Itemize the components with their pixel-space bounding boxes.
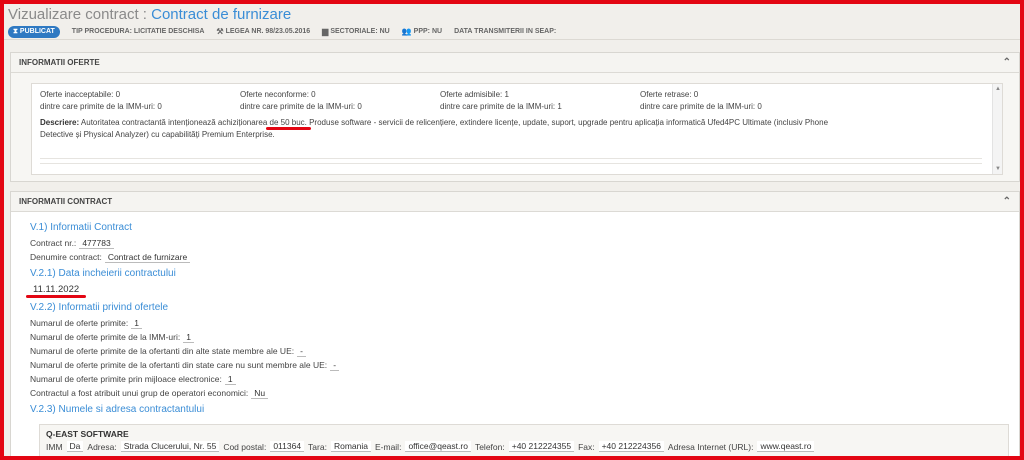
field-label: Telefon: bbox=[474, 441, 505, 452]
offer-count-row: Numarul de oferte primite: 1 bbox=[30, 316, 1019, 330]
section-title: V.2.3) Numele si adresa contractantului bbox=[30, 404, 205, 415]
denumire-row: Denumire contract: Contract de furnizare bbox=[30, 250, 1019, 264]
offer-count-row: Numarul de oferte primite de la ofertant… bbox=[30, 358, 1019, 372]
offer-cell: Oferte admisibile: 1 bbox=[440, 90, 509, 99]
field-label: Numarul de oferte primite de la ofertant… bbox=[30, 346, 295, 356]
page-title: Vizualizare contract : Contract de furni… bbox=[8, 6, 291, 23]
date-row: 11.11.2022 bbox=[25, 282, 1019, 298]
telefon-value: +40 212224355 bbox=[508, 441, 575, 452]
offer-cell: dintre care primite de la IMM-uri: 1 bbox=[440, 102, 562, 111]
sectoriale-label: SECTORIALE: NU bbox=[330, 28, 390, 35]
title-contract-name[interactable]: Contract de furnizare bbox=[151, 6, 291, 23]
ppp-label: PPP: NU bbox=[413, 28, 443, 35]
tara-value: Romania bbox=[330, 441, 371, 452]
section-title: V.2.1) Data incheierii contractului bbox=[30, 268, 176, 279]
date-value: 11.11.2022 bbox=[25, 284, 87, 298]
offer-count-row: Numarul de oferte primite de la IMM-uri:… bbox=[30, 330, 1019, 344]
field-label: Contractul a fost atribuit unui grup de … bbox=[30, 388, 249, 398]
status-badge-label: PUBLICAT bbox=[19, 28, 55, 35]
field-value: 1 bbox=[131, 318, 142, 329]
contractor-name: Q-EAST SOFTWARE bbox=[46, 429, 129, 439]
field-label: Adresa: bbox=[87, 441, 117, 452]
field-label: Denumire contract: bbox=[30, 252, 102, 262]
field-value: - bbox=[297, 346, 306, 357]
panel-informatii-oferte: INFORMATII OFERTE ⌃ Oferte inacceptabile… bbox=[10, 52, 1020, 182]
email-value[interactable]: office@qeast.ro bbox=[405, 441, 471, 452]
scroll-up-icon[interactable]: ▲ bbox=[995, 86, 1001, 92]
panel-title-oferte: INFORMATII OFERTE bbox=[19, 58, 100, 67]
field-label: E-mail: bbox=[374, 441, 402, 452]
divider bbox=[40, 163, 982, 164]
panel-header-contract[interactable]: INFORMATII CONTRACT ⌃ bbox=[11, 192, 1019, 212]
offer-cell: dintre care primite de la IMM-uri: 0 bbox=[240, 102, 362, 111]
offer-description: Descriere: Autoritatea contractantă inte… bbox=[40, 117, 830, 141]
data-transmiterii: DATA TRANSMITERII IN SEAP: bbox=[454, 28, 557, 35]
offer-cell: dintre care primite de la IMM-uri: 0 bbox=[640, 102, 762, 111]
contractor-box: Q-EAST SOFTWARE IMM Da Adresa: Strada Cl… bbox=[39, 424, 1009, 458]
field-label: Cod postal: bbox=[223, 441, 267, 452]
legea-item: ⚒ LEGEA NR. 98/23.05.2016 bbox=[216, 27, 310, 36]
users-icon: 👥 bbox=[401, 27, 412, 36]
chevron-up-icon[interactable]: ⌃ bbox=[1003, 196, 1011, 207]
description-text-a: Autoritatea contractantă intenționează a… bbox=[79, 118, 270, 127]
offer-count-row: Numarul de oferte primite prin mijloace … bbox=[30, 372, 1019, 386]
field-label: Numarul de oferte primite: bbox=[30, 318, 129, 328]
offers-scrollbox[interactable]: Oferte inacceptabile: 0 Oferte neconform… bbox=[31, 83, 1003, 175]
field-value: Nu bbox=[251, 388, 269, 399]
field-label: Numarul de oferte primite prin mijloace … bbox=[30, 374, 222, 384]
field-value: 1 bbox=[224, 374, 236, 385]
hourglass-icon: ⧗ bbox=[13, 27, 18, 35]
offers-grid: Oferte inacceptabile: 0 Oferte neconform… bbox=[40, 90, 840, 111]
divider bbox=[40, 158, 982, 159]
contract-body: V.1) Informatii Contract Contract nr.: 4… bbox=[11, 212, 1019, 415]
title-prefix: Vizualizare contract : bbox=[8, 6, 152, 23]
field-label: Tara: bbox=[308, 441, 327, 452]
contractor-details: IMM Da Adresa: Strada Clucerului, Nr. 55… bbox=[46, 441, 1002, 452]
panel-title-contract: INFORMATII CONTRACT bbox=[19, 197, 113, 206]
section-title: V.2.2) Informatii privind ofertele bbox=[30, 302, 169, 313]
offer-count-row: Contractul a fost atribuit unui grup de … bbox=[30, 386, 1019, 400]
field-label: Adresa Internet (URL): bbox=[667, 441, 754, 452]
chevron-up-icon[interactable]: ⌃ bbox=[1003, 57, 1011, 68]
fax-value: +40 212224356 bbox=[598, 441, 664, 452]
page-header: Vizualizare contract : Contract de furni… bbox=[4, 4, 1020, 40]
field-label: IMM bbox=[46, 441, 63, 452]
field-value: 1 bbox=[183, 332, 194, 343]
field-label: Contract nr.: bbox=[30, 238, 77, 248]
gavel-icon: ⚒ bbox=[216, 27, 224, 36]
description-label: Descriere: bbox=[40, 118, 80, 127]
field-label: Numarul de oferte primite de la ofertant… bbox=[30, 360, 328, 370]
offer-cell: dintre care primite de la IMM-uri: 0 bbox=[40, 102, 162, 111]
offer-count-row: Numarul de oferte primite de la ofertant… bbox=[30, 344, 1019, 358]
offer-cell: Oferte retrase: 0 bbox=[640, 90, 699, 99]
offer-cell: Oferte neconforme: 0 bbox=[240, 90, 316, 99]
field-label: Fax: bbox=[578, 441, 595, 452]
denumire-value: Contract de furnizare bbox=[104, 252, 191, 263]
chart-icon: ▆ bbox=[322, 27, 329, 36]
contract-nr-value: 477783 bbox=[79, 238, 114, 249]
field-label: Numarul de oferte primite de la IMM-uri: bbox=[30, 332, 181, 342]
tip-procedura: TIP PROCEDURA: LICITATIE DESCHISA bbox=[71, 28, 205, 35]
imm-value: Da bbox=[66, 441, 84, 452]
section-title: V.1) Informatii Contract bbox=[30, 222, 132, 233]
status-badge: ⧗ PUBLICAT bbox=[8, 25, 60, 38]
sectoriale-item: ▆ SECTORIALE: NU bbox=[322, 27, 390, 36]
scrollbar[interactable]: ▲ ▼ bbox=[992, 84, 1002, 174]
offer-cell: Oferte inacceptabile: 0 bbox=[40, 90, 121, 99]
meta-row: ⧗ PUBLICAT TIP PROCEDURA: LICITATIE DESC… bbox=[8, 25, 556, 38]
adresa-value: Strada Clucerului, Nr. 55 bbox=[120, 441, 220, 452]
panel-header-oferte[interactable]: INFORMATII OFERTE ⌃ bbox=[11, 53, 1019, 73]
legea-label: LEGEA NR. 98/23.05.2016 bbox=[225, 28, 311, 35]
cod-postal-value: 011364 bbox=[270, 441, 305, 452]
ppp-item: 👥 PPP: NU bbox=[402, 27, 442, 36]
field-value: - bbox=[330, 360, 340, 371]
panel-informatii-contract: INFORMATII CONTRACT ⌃ V.1) Informatii Co… bbox=[10, 191, 1020, 458]
url-value[interactable]: www.qeast.ro bbox=[757, 441, 815, 452]
description-underlined: de 50 buc. bbox=[269, 118, 307, 127]
contract-nr-row: Contract nr.: 477783 bbox=[30, 236, 1019, 250]
scroll-down-icon[interactable]: ▼ bbox=[995, 166, 1001, 172]
